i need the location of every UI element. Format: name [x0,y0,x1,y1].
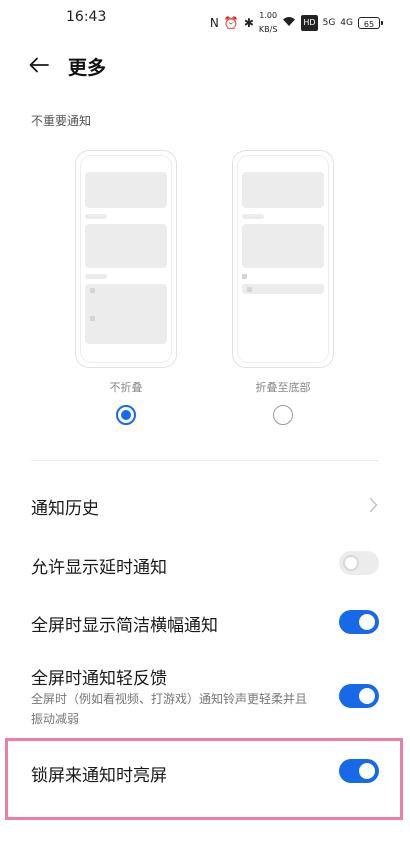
preview-no-fold[interactable] [75,150,177,368]
fullscreen-banner-item: 全屏时显示简洁横幅通知 [0,598,410,648]
battery-icon: 65 [358,17,383,29]
preview-block [242,284,324,294]
option-label-no-fold: 不折叠 [109,381,143,394]
signal-5g-icon: 5G [322,18,336,28]
preview-block [85,224,167,268]
row-title: 全屏时显示简洁横幅通知 [31,616,218,636]
preview-block [85,172,167,208]
signal-4g-icon: 4G [340,18,353,28]
fullscreen-banner-toggle[interactable] [339,610,379,634]
row-title: 全屏时通知轻反馈 [31,669,167,689]
status-icons: N ⏰ ✱ 1.00 KB/S HD 5G 4G 65 [209,9,383,37]
preview-line [242,214,264,219]
row-title: 允许显示延时通知 [31,558,167,578]
fullscreen-light-feedback-toggle[interactable] [339,684,379,708]
row-subtitle: 全屏时（例如看视频、打游戏）通知铃声更轻柔并且振动减弱 [31,692,308,726]
radio-fold-bottom[interactable] [273,405,293,425]
page-title: 更多 [68,57,107,79]
bluetooth-icon: ✱ [243,16,254,30]
preview-dot [90,316,95,321]
back-arrow-icon [29,57,49,73]
preview-dot [90,288,95,293]
row-title: 通知历史 [31,499,99,519]
notification-history-item[interactable]: 通知历史 [0,480,410,532]
fullscreen-light-feedback-item: 全屏时通知轻反馈 全屏时（例如看视频、打游戏）通知铃声更轻柔并且振动减弱 [0,662,410,732]
delayed-notification-item: 允许显示延时通知 [0,540,410,590]
hd-icon: HD [301,15,318,31]
status-bar: 16:43 N ⏰ ✱ 1.00 KB/S HD 5G 4G 65 [0,0,410,34]
radio-no-fold[interactable] [116,405,136,425]
option-label-fold-bottom: 折叠至底部 [255,381,311,394]
chevron-right-icon [369,497,378,513]
delayed-notification-toggle[interactable] [339,551,379,575]
alarm-icon: ⏰ [223,16,239,30]
preview-line [85,214,107,219]
nfc-icon: N [209,16,219,30]
header: 更多 [0,44,410,84]
preview-block [242,224,324,268]
preview-block [85,284,167,344]
preview-block [242,172,324,208]
back-button[interactable] [24,50,54,80]
status-time: 16:43 [66,9,107,25]
preview-dot [242,274,247,279]
preview-dot [247,286,252,292]
divider [31,460,379,461]
section-label: 不重要通知 [31,114,92,128]
wifi-icon [282,16,296,30]
network-speed: 1.00 KB/S [258,11,278,34]
preview-fold-bottom[interactable] [232,150,334,368]
highlight-box [5,738,403,820]
preview-line [85,274,107,279]
